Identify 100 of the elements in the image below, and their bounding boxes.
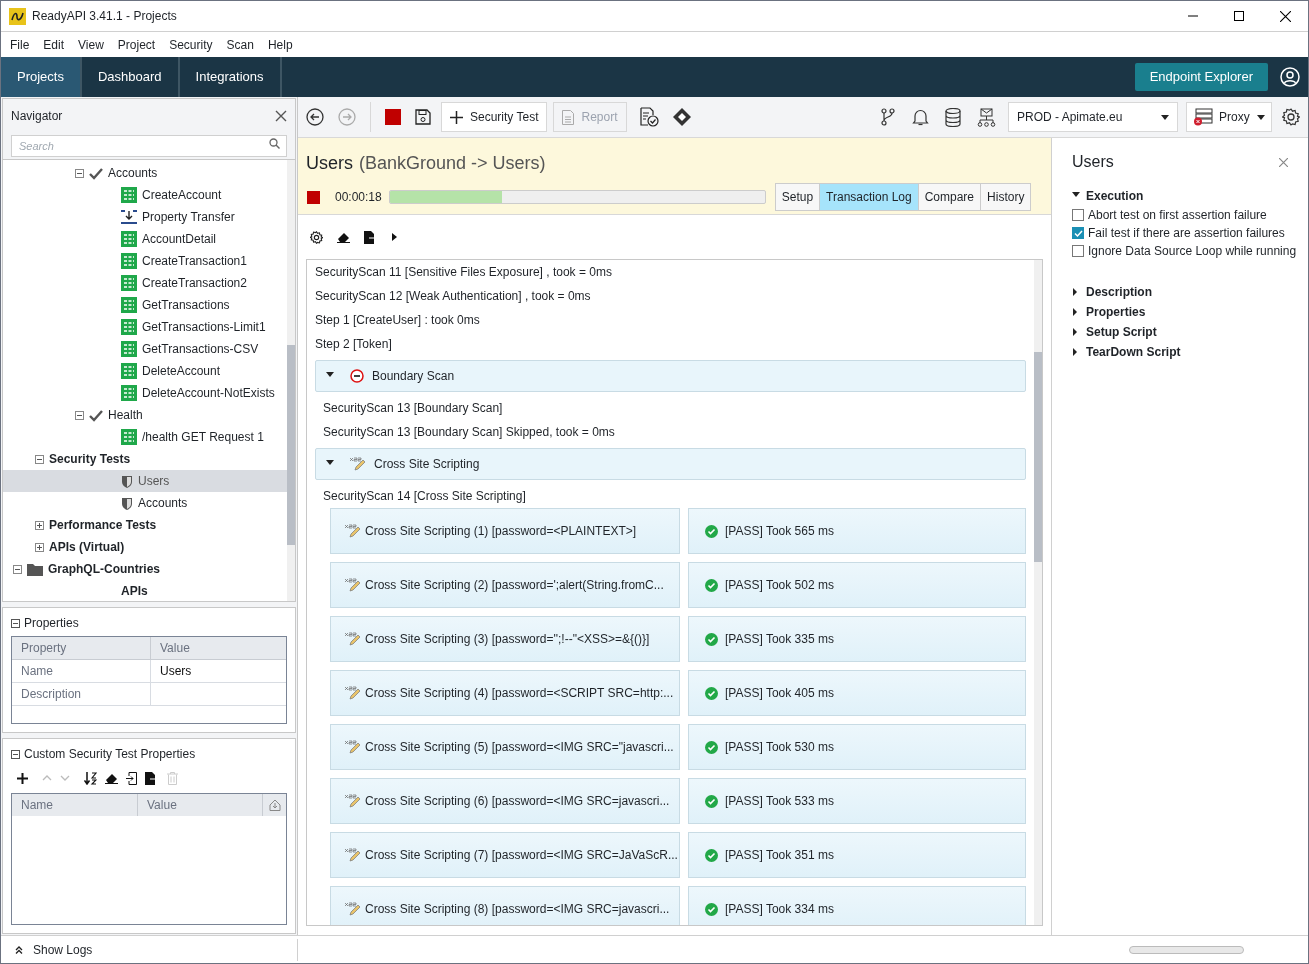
user-account-icon[interactable] bbox=[1280, 67, 1300, 87]
tab[interactable]: Setup bbox=[775, 184, 821, 210]
tree-item[interactable]: /health GET Request 1 bbox=[142, 428, 264, 446]
play-icon[interactable] bbox=[392, 233, 397, 241]
tree-item[interactable]: DeleteAccount bbox=[142, 362, 221, 380]
menu-item[interactable]: Help bbox=[260, 35, 300, 54]
collapse-icon[interactable] bbox=[11, 749, 20, 759]
scan-result-row[interactable]: [PASS] Took 351 ms bbox=[688, 832, 1026, 878]
show-logs-link[interactable]: Show Logs bbox=[33, 940, 93, 959]
scan-request-row[interactable]: Cross Site Scripting (7) [password=<IMG SRC=JaVaScR... bbox=[330, 832, 680, 878]
tree-item[interactable]: CreateTransaction1 bbox=[142, 252, 247, 270]
database-icon[interactable] bbox=[945, 107, 961, 127]
scan-request-row[interactable]: Cross Site Scripting (8) [password=<IMG SRC=javascri... bbox=[330, 886, 680, 925]
expand-icon[interactable] bbox=[35, 542, 44, 552]
caret-right-icon[interactable] bbox=[1072, 328, 1080, 336]
tree-item[interactable]: APIs bbox=[121, 582, 148, 600]
scan-result-row[interactable]: [PASS] Took 502 ms bbox=[688, 562, 1026, 608]
scan-result-row[interactable]: [PASS] Took 533 ms bbox=[688, 778, 1026, 824]
save-icon[interactable] bbox=[415, 109, 431, 125]
section-header[interactable]: Description bbox=[1086, 283, 1152, 301]
tree-item[interactable]: CreateAccount bbox=[142, 186, 222, 204]
back-icon[interactable] bbox=[306, 108, 324, 126]
collapse-icon[interactable] bbox=[75, 168, 84, 178]
scan-result-row[interactable]: [PASS] Took 405 ms bbox=[688, 670, 1026, 716]
expand-icon[interactable] bbox=[35, 520, 44, 530]
menu-item[interactable]: View bbox=[71, 35, 111, 54]
tree-item[interactable]: GraphQL-Countries bbox=[48, 560, 160, 578]
scan-request-row[interactable]: Cross Site Scripting (5) [password=<IMG SRC="javascri... bbox=[330, 724, 680, 770]
home-icon[interactable] bbox=[268, 799, 281, 811]
proxy-dropdown[interactable]: Proxy bbox=[1186, 102, 1272, 132]
add-icon[interactable] bbox=[17, 772, 28, 784]
menu-item[interactable]: Scan bbox=[219, 35, 261, 54]
menu-item[interactable]: Project bbox=[110, 35, 163, 54]
checkbox[interactable] bbox=[1072, 245, 1084, 257]
tree-item[interactable]: APIs (Virtual) bbox=[49, 538, 125, 556]
eraser-icon[interactable] bbox=[337, 231, 350, 243]
tab[interactable]: Transaction Log bbox=[820, 184, 919, 210]
settings-icon[interactable] bbox=[310, 230, 323, 244]
tree-item[interactable]: AccountDetail bbox=[142, 230, 217, 248]
scan-result-row[interactable]: [PASS] Took 530 ms bbox=[688, 724, 1026, 770]
maximize-icon[interactable] bbox=[1234, 11, 1244, 21]
diamond-icon[interactable] bbox=[672, 108, 691, 126]
scrollbar-thumb[interactable] bbox=[1034, 352, 1042, 562]
tree-item[interactable]: CreateTransaction2 bbox=[142, 274, 247, 292]
scan-request-row[interactable]: Cross Site Scripting (4) [password=<SCRIPT SRC=http:... bbox=[330, 670, 680, 716]
tree-item[interactable]: DeleteAccount-NotExists bbox=[142, 384, 275, 402]
add-security-test-button[interactable]: Security Test bbox=[441, 102, 548, 132]
close-icon[interactable] bbox=[1279, 10, 1291, 22]
settings-icon[interactable] bbox=[1282, 108, 1300, 126]
tree-item[interactable]: Health bbox=[108, 406, 143, 424]
tree-item[interactable]: Accounts bbox=[108, 164, 158, 182]
scrollbar-thumb[interactable] bbox=[287, 345, 295, 545]
scan-request-row[interactable]: Cross Site Scripting (2) [password=';alert(String.fromC... bbox=[330, 562, 680, 608]
eraser-icon[interactable] bbox=[105, 772, 118, 784]
caret-right-icon[interactable] bbox=[1072, 348, 1080, 356]
tree-item[interactable]: Property Transfer bbox=[142, 208, 235, 226]
collapse-icon[interactable] bbox=[35, 454, 44, 464]
scan-request-row[interactable]: Cross Site Scripting (6) [password=<IMG SRC=javascri... bbox=[330, 778, 680, 824]
tree-item[interactable]: Security Tests bbox=[49, 450, 131, 468]
search-field[interactable]: Search bbox=[11, 135, 287, 157]
log-group-header[interactable]: Cross Site Scripting bbox=[315, 448, 1026, 480]
log-group-header[interactable]: Boundary Scan bbox=[315, 360, 1026, 392]
menu-item[interactable]: Edit bbox=[36, 35, 72, 54]
tree-item[interactable]: Performance Tests bbox=[49, 516, 157, 534]
collapse-icon[interactable] bbox=[13, 564, 22, 574]
stop-icon[interactable] bbox=[307, 190, 320, 204]
tree-item[interactable]: GetTransactions-Limit1 bbox=[142, 318, 266, 336]
section-header[interactable]: Setup Script bbox=[1086, 323, 1157, 341]
close-icon[interactable] bbox=[275, 110, 287, 122]
endpoint-explorer-button[interactable]: Endpoint Explorer bbox=[1134, 63, 1268, 91]
sort-icon[interactable] bbox=[84, 771, 97, 785]
tree-item-highlight[interactable]: Users bbox=[3, 470, 287, 492]
menu-item[interactable]: Security bbox=[162, 35, 220, 54]
collapse-icon[interactable] bbox=[11, 618, 20, 628]
tree-item[interactable]: GetTransactions-CSV bbox=[142, 340, 259, 358]
checklist-icon[interactable] bbox=[638, 107, 659, 127]
environment-dropdown[interactable]: PROD - Apimate.eu bbox=[1008, 102, 1178, 132]
nav-tab[interactable]: Projects bbox=[1, 57, 82, 97]
tree-item[interactable]: Users bbox=[138, 472, 170, 490]
tree-item[interactable]: Accounts bbox=[138, 494, 188, 512]
checkbox[interactable] bbox=[1072, 209, 1084, 221]
scan-request-row[interactable]: Cross Site Scripting (1) [password=<PLAINTEXT>] bbox=[330, 508, 680, 554]
tab[interactable]: History bbox=[981, 184, 1031, 210]
scrollbar-thumb[interactable] bbox=[1129, 945, 1244, 954]
collapse-icon[interactable] bbox=[75, 410, 84, 420]
section-header[interactable]: Properties bbox=[1086, 303, 1146, 321]
double-chevron-up-icon[interactable] bbox=[15, 945, 23, 954]
bell-icon[interactable] bbox=[912, 108, 929, 126]
scan-result-row[interactable]: [PASS] Took 334 ms bbox=[688, 886, 1026, 925]
section-header[interactable]: TearDown Script bbox=[1086, 343, 1181, 361]
import-icon[interactable] bbox=[126, 771, 137, 785]
scan-result-row[interactable]: [PASS] Took 335 ms bbox=[688, 616, 1026, 662]
branch-icon[interactable] bbox=[880, 108, 896, 126]
tree-item[interactable]: GetTransactions bbox=[142, 296, 230, 314]
caret-right-icon[interactable] bbox=[1072, 308, 1080, 316]
section-header[interactable]: Execution bbox=[1086, 187, 1144, 205]
network-mail-icon[interactable] bbox=[977, 107, 996, 127]
scan-request-row[interactable]: Cross Site Scripting (3) [password='';!--"<XSS>=&{()}] bbox=[330, 616, 680, 662]
menu-item[interactable]: File bbox=[3, 35, 37, 54]
caret-right-icon[interactable] bbox=[1072, 288, 1080, 296]
